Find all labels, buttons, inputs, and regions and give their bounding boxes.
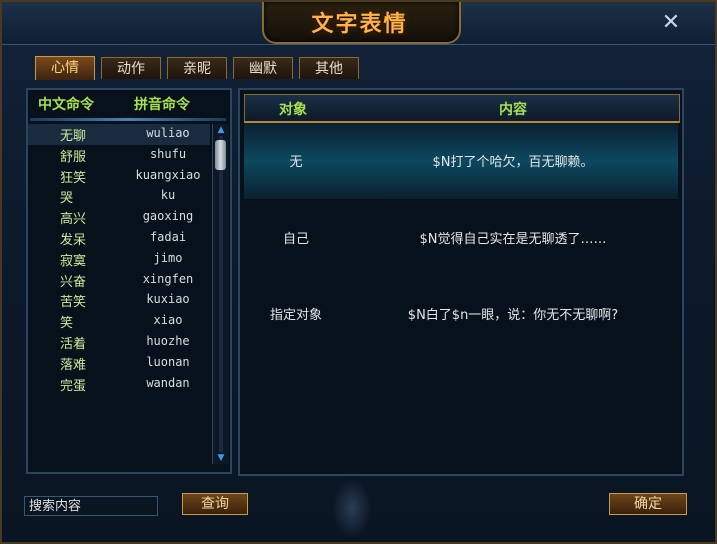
- tab-other[interactable]: 其他: [299, 57, 359, 79]
- tab-intimate[interactable]: 亲昵: [167, 57, 227, 79]
- detail-row-none: 无 $N打了个哈欠，百无聊赖。: [244, 123, 678, 199]
- command-list: 无聊 wuliao 舒服 shufu 狂笑 kuangxiao 哭 ku 高兴 gaoxing 发呆…: [28, 124, 210, 394]
- command-pinyin: ku: [160, 188, 176, 203]
- background-decoration: [332, 478, 372, 538]
- command-pinyin: jimo: [153, 250, 183, 265]
- scroll-up-icon[interactable]: ▲: [213, 124, 229, 136]
- list-item[interactable]: 狂笑 kuangxiao: [28, 166, 210, 187]
- detail-text: $N打了个哈欠，百无聊赖。: [432, 155, 594, 170]
- header-divider: [30, 118, 226, 121]
- command-pinyin: kuangxiao: [135, 167, 201, 182]
- command-chinese: 高兴: [60, 212, 87, 228]
- command-chinese: 发呆: [60, 232, 87, 248]
- emote-detail-panel: 对象 内容 无 $N打了个哈欠，百无聊赖。 自己 $N觉得自己实在是无聊透了………: [238, 88, 684, 476]
- column-header-chinese: 中文命令: [38, 97, 94, 113]
- list-item[interactable]: 寂寞 jimo: [28, 249, 210, 270]
- emote-window: 文字表情 ✕ 心情 动作 亲昵 幽默 其他 中文命令 拼音命令 无聊 wuliao…: [0, 0, 717, 544]
- confirm-button[interactable]: 确定: [609, 493, 687, 515]
- scroll-thumb[interactable]: [215, 140, 226, 170]
- detail-row-target: 指定对象 $N白了$n一眼，说：你无不无聊啊?: [244, 276, 678, 352]
- detail-target: 自己: [282, 232, 309, 247]
- command-pinyin: wandan: [146, 375, 190, 390]
- command-pinyin: gaoxing: [142, 209, 194, 224]
- search-input[interactable]: [24, 496, 158, 516]
- list-item[interactable]: 舒服 shufu: [28, 145, 210, 166]
- command-chinese: 落难: [60, 357, 87, 373]
- command-chinese: 狂笑: [60, 170, 87, 186]
- list-item[interactable]: 无聊 wuliao: [28, 124, 210, 145]
- column-header-content: 内容: [499, 102, 527, 118]
- command-pinyin: xiao: [153, 313, 183, 328]
- command-chinese: 活着: [60, 336, 87, 352]
- command-list-header: 中文命令 拼音命令: [28, 94, 218, 116]
- scroll-down-icon[interactable]: ▼: [213, 452, 229, 464]
- command-chinese: 完蛋: [60, 378, 87, 394]
- column-header-target: 对象: [279, 102, 307, 118]
- column-header-pinyin: 拼音命令: [134, 97, 190, 113]
- list-item[interactable]: 苦笑 kuxiao: [28, 290, 210, 311]
- command-list-scrollbar[interactable]: ▲ ▼: [212, 124, 229, 464]
- command-chinese: 笑: [60, 316, 74, 332]
- list-item[interactable]: 落难 luonan: [28, 353, 210, 374]
- command-chinese: 舒服: [60, 149, 87, 165]
- list-item[interactable]: 活着 huozhe: [28, 332, 210, 353]
- detail-target: 指定对象: [269, 308, 322, 323]
- command-list-panel: 中文命令 拼音命令 无聊 wuliao 舒服 shufu 狂笑 kuangxiao 哭 ku 高…: [26, 88, 232, 474]
- command-chinese: 无聊: [60, 129, 87, 144]
- list-item[interactable]: 笑 xiao: [28, 311, 210, 332]
- tab-action[interactable]: 动作: [101, 57, 161, 79]
- command-chinese: 寂寞: [60, 253, 87, 269]
- command-chinese: 苦笑: [60, 295, 87, 311]
- command-chinese: 哭: [60, 191, 74, 207]
- command-pinyin: fadai: [149, 229, 187, 244]
- detail-target: 无: [289, 155, 303, 170]
- window-title: 文字表情: [311, 11, 408, 37]
- detail-text: $N白了$n一眼，说：你无不无聊啊?: [407, 308, 619, 323]
- search-button[interactable]: 查询: [182, 493, 248, 515]
- command-pinyin: luonan: [146, 354, 190, 369]
- tab-humor[interactable]: 幽默: [233, 57, 293, 79]
- close-icon[interactable]: ✕: [658, 10, 684, 36]
- list-item[interactable]: 兴奋 xingfen: [28, 270, 210, 291]
- list-item[interactable]: 完蛋 wandan: [28, 374, 210, 395]
- command-pinyin: xingfen: [142, 271, 194, 286]
- title-bar: 文字表情 ✕: [2, 2, 715, 45]
- command-pinyin: shufu: [149, 146, 187, 161]
- tab-mood[interactable]: 心情: [35, 56, 95, 80]
- detail-header: 对象 内容: [244, 94, 680, 123]
- list-item[interactable]: 哭 ku: [28, 186, 210, 207]
- command-pinyin: wuliao: [146, 126, 190, 140]
- command-chinese: 兴奋: [60, 274, 87, 290]
- detail-row-self: 自己 $N觉得自己实在是无聊透了……: [244, 200, 678, 276]
- scroll-track[interactable]: [219, 136, 223, 452]
- list-item[interactable]: 发呆 fadai: [28, 228, 210, 249]
- list-item[interactable]: 高兴 gaoxing: [28, 207, 210, 228]
- command-pinyin: huozhe: [146, 333, 190, 348]
- detail-text: $N觉得自己实在是无聊透了……: [419, 232, 607, 247]
- command-pinyin: kuxiao: [146, 292, 190, 307]
